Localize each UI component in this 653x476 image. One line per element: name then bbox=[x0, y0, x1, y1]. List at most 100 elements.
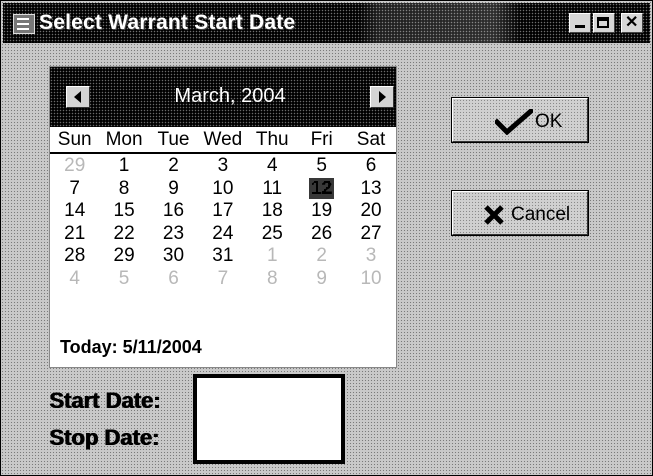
maximize-button[interactable] bbox=[593, 13, 615, 33]
dialog-window: Select Warrant Start Date March, 2004 Su… bbox=[0, 0, 653, 476]
calendar-day-number: 8 bbox=[118, 177, 130, 199]
weekday-label: Sun bbox=[57, 129, 92, 150]
calendar-day[interactable]: 29 bbox=[50, 155, 99, 178]
calendar-day-number: 4 bbox=[69, 267, 80, 289]
calendar-day-number: 2 bbox=[316, 245, 327, 266]
weekday-label: Thu bbox=[255, 129, 289, 150]
calendar-day[interactable]: 19 bbox=[297, 200, 346, 223]
calendar-day[interactable]: 17 bbox=[198, 200, 247, 223]
calendar-day[interactable]: 15 bbox=[99, 200, 148, 223]
calendar-day[interactable]: 20 bbox=[346, 200, 395, 223]
calendar-day-number: 15 bbox=[113, 200, 135, 221]
checkmark-icon bbox=[495, 109, 533, 135]
x-icon bbox=[484, 205, 504, 225]
ok-button-label: OK bbox=[535, 111, 563, 132]
calendar-day[interactable]: 31 bbox=[198, 245, 247, 268]
calendar-day-number: 17 bbox=[212, 200, 234, 221]
calendar-day-number: 9 bbox=[316, 267, 327, 289]
minimize-button[interactable] bbox=[569, 13, 591, 33]
calendar-day-number: 4 bbox=[266, 155, 278, 176]
today-link[interactable]: Today: 5/11/2004 bbox=[60, 337, 202, 358]
calendar-day[interactable]: 26 bbox=[297, 223, 346, 246]
day-grid: 29 1 2 3 4 5 6 7 8 9 10 11 12 13 14 15 16 17 18 19 20 21 22 23 2… bbox=[50, 155, 396, 290]
calendar-day[interactable]: 29 bbox=[99, 245, 148, 268]
start-date-label: Start Date: bbox=[49, 388, 161, 413]
calendar-day[interactable]: 5 bbox=[99, 268, 148, 291]
next-month-button[interactable] bbox=[370, 86, 394, 108]
calendar-day[interactable]: 30 bbox=[149, 245, 198, 268]
ok-button[interactable]: OK bbox=[451, 97, 589, 143]
month-label[interactable]: March, 2004 bbox=[160, 81, 300, 111]
calendar-day[interactable]: 18 bbox=[248, 200, 297, 223]
calendar-day[interactable]: 7 bbox=[198, 268, 247, 291]
calendar-day[interactable]: 8 bbox=[99, 178, 148, 201]
cancel-button[interactable]: Cancel bbox=[451, 190, 589, 236]
calendar-day[interactable]: 27 bbox=[346, 223, 395, 246]
calendar-day[interactable]: 3 bbox=[198, 155, 247, 178]
calendar-day-number: 3 bbox=[217, 155, 229, 176]
calendar-day[interactable]: 8 bbox=[248, 268, 297, 291]
calendar-day[interactable]: 23 bbox=[149, 223, 198, 246]
app-icon bbox=[13, 14, 35, 34]
close-button[interactable] bbox=[621, 13, 643, 33]
calendar-day[interactable]: 24 bbox=[198, 223, 247, 246]
calendar-day[interactable]: 1 bbox=[99, 155, 148, 178]
calendar-week-row: 7 8 9 10 11 12 13 bbox=[50, 177, 396, 201]
calendar-week-row: 29 1 2 3 4 5 6 bbox=[50, 155, 396, 178]
calendar-day[interactable]: 21 bbox=[50, 223, 99, 246]
calendar-day-number: 3 bbox=[365, 245, 377, 266]
calendar-day-number: 31 bbox=[212, 245, 234, 266]
calendar-day[interactable]: 22 bbox=[99, 223, 148, 246]
calendar-day-number: 11 bbox=[262, 177, 283, 199]
calendar-day[interactable]: 7 bbox=[50, 178, 99, 201]
calendar-day-number: 6 bbox=[168, 267, 179, 289]
cancel-button-label: Cancel bbox=[511, 204, 571, 225]
weekday-label: Fri bbox=[310, 129, 333, 150]
calendar-day-number: 28 bbox=[64, 245, 86, 266]
calendar-day-selected[interactable]: 12 bbox=[297, 177, 346, 201]
calendar-header: March, 2004 bbox=[50, 67, 396, 127]
calendar-day[interactable]: 6 bbox=[346, 155, 395, 178]
calendar-day[interactable]: 14 bbox=[50, 200, 99, 223]
calendar-week-row: 4 5 6 7 8 9 10 bbox=[50, 268, 396, 291]
calendar-day[interactable]: 28 bbox=[50, 245, 99, 268]
calendar-week-row: 14 15 16 17 18 19 20 bbox=[50, 200, 396, 223]
month-calendar: March, 2004 Sun Mon Tue Wed Thu Fri Sat … bbox=[49, 66, 397, 368]
calendar-day[interactable]: 6 bbox=[149, 268, 198, 291]
calendar-day[interactable]: 9 bbox=[149, 178, 198, 201]
calendar-day-number: 26 bbox=[311, 222, 333, 244]
calendar-day[interactable]: 16 bbox=[149, 200, 198, 223]
calendar-day-number: 20 bbox=[360, 200, 382, 221]
calendar-day-number: 21 bbox=[64, 222, 86, 244]
calendar-day[interactable]: 1 bbox=[248, 245, 297, 268]
calendar-day-number: 7 bbox=[217, 267, 229, 289]
calendar-day-number: 19 bbox=[311, 200, 333, 221]
calendar-day-number: 5 bbox=[118, 267, 130, 289]
calendar-day[interactable]: 4 bbox=[50, 268, 99, 291]
calendar-day[interactable]: 25 bbox=[248, 223, 297, 246]
calendar-day-number: 10 bbox=[212, 177, 234, 199]
calendar-day[interactable]: 11 bbox=[248, 178, 297, 201]
calendar-day-number: 23 bbox=[162, 222, 185, 244]
weekday-label: Tue bbox=[157, 129, 190, 150]
weekday-label: Sat bbox=[356, 129, 386, 150]
calendar-day[interactable]: 4 bbox=[248, 155, 297, 178]
calendar-day-number: 9 bbox=[168, 177, 179, 199]
calendar-day[interactable]: 3 bbox=[346, 245, 395, 268]
date-entry-box[interactable] bbox=[193, 374, 345, 464]
calendar-day-number: 14 bbox=[64, 200, 86, 221]
calendar-day[interactable]: 2 bbox=[149, 155, 198, 178]
calendar-day-number: 13 bbox=[360, 177, 382, 199]
calendar-day-number: 16 bbox=[162, 200, 185, 221]
title-bar[interactable]: Select Warrant Start Date bbox=[3, 3, 650, 43]
prev-month-button[interactable] bbox=[66, 86, 90, 108]
calendar-day[interactable]: 13 bbox=[346, 178, 395, 201]
calendar-day[interactable]: 2 bbox=[297, 245, 346, 268]
calendar-day-number: 30 bbox=[162, 245, 185, 266]
calendar-day-number: 18 bbox=[261, 200, 283, 221]
calendar-day[interactable]: 5 bbox=[297, 155, 346, 178]
calendar-day[interactable]: 9 bbox=[297, 268, 346, 291]
stop-date-label: Stop Date: bbox=[49, 425, 159, 450]
calendar-day[interactable]: 10 bbox=[198, 178, 247, 201]
calendar-day[interactable]: 10 bbox=[346, 268, 395, 291]
